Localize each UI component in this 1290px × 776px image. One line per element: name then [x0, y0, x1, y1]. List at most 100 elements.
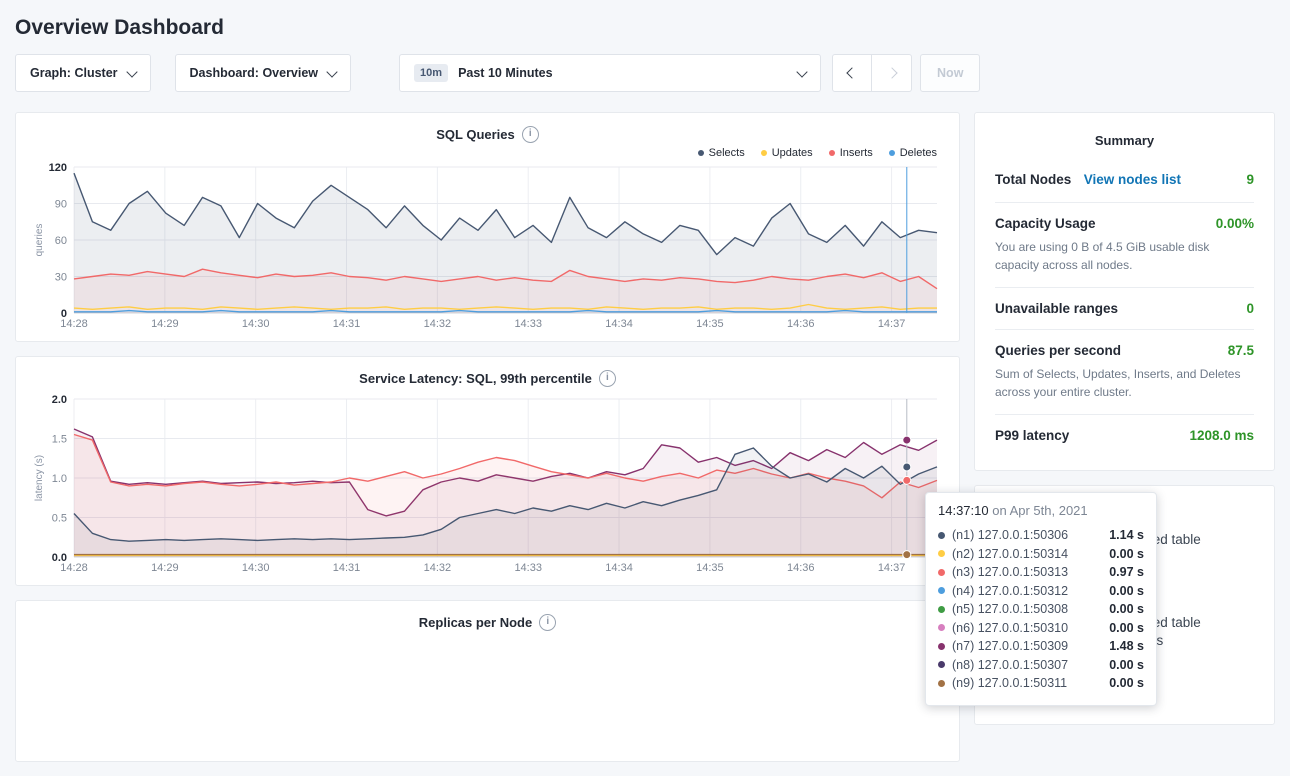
node-latency-value: 1.48 s [1109, 639, 1144, 653]
tooltip-row: (n8) 127.0.0.1:503070.00 s [938, 656, 1144, 675]
capacity-value: 0.00% [1216, 216, 1254, 231]
chart-card-sql-queries: SQL Queries Selects Updates Inserts Deletes… [15, 112, 960, 342]
node-latency-value: 0.97 s [1109, 565, 1144, 579]
svg-text:90: 90 [55, 199, 67, 211]
node-address: (n7) 127.0.0.1:50309 [952, 639, 1068, 653]
view-nodes-link[interactable]: View nodes list [1084, 172, 1181, 187]
node-address: (n3) 127.0.0.1:50313 [952, 565, 1068, 579]
tooltip-rows: (n1) 127.0.0.1:50306 1.14 s (n2) 127.0.0.1… [938, 526, 1144, 693]
replicas-chart[interactable] [32, 631, 943, 751]
chart-title-row: SQL Queries [32, 125, 943, 143]
chart-title-row: Service Latency: SQL, 99th percentile [32, 369, 943, 387]
svg-text:1.0: 1.0 [52, 473, 67, 485]
tooltip-row: (n5) 127.0.0.1:503080.00 s [938, 600, 1144, 619]
capacity-label: Capacity Usage [995, 216, 1096, 231]
svg-text:14:34: 14:34 [605, 318, 633, 330]
chevron-down-icon [126, 66, 137, 77]
summary-row-p99: P99 latency 1208.0 ms [995, 414, 1254, 456]
legend-item-deletes[interactable]: Deletes [889, 147, 937, 159]
summary-title: Summary [995, 127, 1254, 158]
svg-text:120: 120 [49, 162, 67, 174]
tooltip-header: 14:37:10 on Apr 5th, 2021 [938, 503, 1144, 518]
node-latency-value: 1.14 s [1109, 528, 1144, 542]
time-range-dropdown[interactable]: 10m Past 10 Minutes [399, 54, 821, 92]
time-range-badge: 10m [414, 64, 448, 82]
dashboard-dropdown-label: Dashboard: Overview [190, 66, 319, 80]
legend-item-selects[interactable]: Selects [698, 147, 745, 159]
node-color-dot-icon [938, 624, 945, 631]
legend-label: Selects [709, 147, 745, 159]
svg-text:14:37: 14:37 [878, 562, 906, 574]
svg-text:0: 0 [61, 308, 67, 320]
svg-text:60: 60 [55, 235, 67, 247]
summary-row-unavailable-ranges: Unavailable ranges 0 [995, 287, 1254, 329]
svg-text:queries: queries [34, 224, 45, 257]
chart-title: Service Latency: SQL, 99th percentile [359, 371, 592, 386]
unavailable-ranges-value: 0 [1246, 301, 1254, 316]
node-latency-value: 0.00 s [1109, 547, 1144, 561]
legend-dot-icon [889, 150, 895, 156]
graph-dropdown-label: Graph: Cluster [30, 66, 118, 80]
svg-text:14:36: 14:36 [787, 562, 815, 574]
svg-text:14:37: 14:37 [878, 318, 906, 330]
node-color-dot-icon [938, 680, 945, 687]
node-address: (n1) 127.0.0.1:50306 [952, 528, 1068, 542]
tooltip-time: 14:37:10 [938, 503, 989, 518]
tooltip-row: (n2) 127.0.0.1:50314 0.00 s [938, 545, 1144, 564]
page-title: Overview Dashboard [15, 16, 1275, 40]
dashboard-dropdown[interactable]: Dashboard: Overview [175, 54, 352, 92]
time-forward-button[interactable] [872, 54, 912, 92]
svg-text:14:33: 14:33 [514, 562, 542, 574]
node-color-dot-icon [938, 587, 945, 594]
graph-dropdown[interactable]: Graph: Cluster [15, 54, 151, 92]
now-button[interactable]: Now [920, 54, 980, 92]
toolbar: Graph: Cluster Dashboard: Overview 10m P… [15, 54, 1275, 92]
svg-text:1.5: 1.5 [52, 434, 67, 446]
node-color-dot-icon [938, 643, 945, 650]
time-pager [832, 54, 912, 92]
legend-label: Inserts [840, 147, 873, 159]
summary-row-total-nodes: Total Nodes View nodes list 9 [995, 158, 1254, 202]
capacity-subtext: You are using 0 B of 4.5 GiB usable disk… [995, 238, 1254, 274]
svg-text:14:29: 14:29 [151, 318, 179, 330]
service-latency-chart[interactable]: 14:2814:2914:3014:3114:3214:3314:3414:35… [32, 393, 943, 575]
charts-column: SQL Queries Selects Updates Inserts Deletes… [15, 112, 960, 776]
node-latency-value: 0.00 s [1109, 658, 1144, 672]
p99-latency-value: 1208.0 ms [1189, 428, 1254, 443]
svg-text:0.5: 0.5 [52, 513, 67, 525]
node-color-dot-icon [938, 661, 945, 668]
svg-text:14:34: 14:34 [605, 562, 633, 574]
legend-item-updates[interactable]: Updates [761, 147, 813, 159]
node-color-dot-icon [938, 550, 945, 557]
chart-title: Replicas per Node [419, 615, 532, 630]
node-address: (n9) 127.0.0.1:50311 [952, 676, 1067, 690]
tooltip-date: on Apr 5th, 2021 [992, 503, 1087, 518]
node-latency-value: 0.00 s [1109, 602, 1144, 616]
svg-text:0.0: 0.0 [52, 552, 67, 564]
svg-text:14:32: 14:32 [424, 318, 452, 330]
summary-row-capacity: Capacity Usage 0.00% You are using 0 B o… [995, 202, 1254, 287]
info-icon[interactable] [599, 370, 616, 387]
total-nodes-value: 9 [1246, 172, 1254, 187]
sql-queries-chart[interactable]: 14:2814:2914:3014:3114:3214:3314:3414:35… [32, 161, 943, 331]
legend-dot-icon [761, 150, 767, 156]
node-latency-value: 0.00 s [1109, 676, 1144, 690]
tooltip-row: (n1) 127.0.0.1:50306 1.14 s [938, 526, 1144, 545]
svg-text:14:36: 14:36 [787, 318, 815, 330]
chart-title: SQL Queries [436, 127, 515, 142]
info-icon[interactable] [539, 614, 556, 631]
qps-value: 87.5 [1228, 343, 1254, 358]
node-address: (n4) 127.0.0.1:50312 [952, 584, 1068, 598]
node-latency-value: 0.00 s [1109, 621, 1144, 635]
legend-dot-icon [829, 150, 835, 156]
chart-card-replicas: Replicas per Node [15, 600, 960, 762]
tooltip-row: (n3) 127.0.0.1:50313 0.97 s [938, 563, 1144, 582]
qps-subtext: Sum of Selects, Updates, Inserts, and De… [995, 365, 1254, 401]
info-icon[interactable] [522, 126, 539, 143]
node-address: (n2) 127.0.0.1:50314 [952, 547, 1068, 561]
time-back-button[interactable] [832, 54, 872, 92]
chevron-down-icon [796, 66, 807, 77]
legend-item-inserts[interactable]: Inserts [829, 147, 873, 159]
total-nodes-label: Total Nodes [995, 172, 1071, 187]
svg-text:14:33: 14:33 [514, 318, 542, 330]
